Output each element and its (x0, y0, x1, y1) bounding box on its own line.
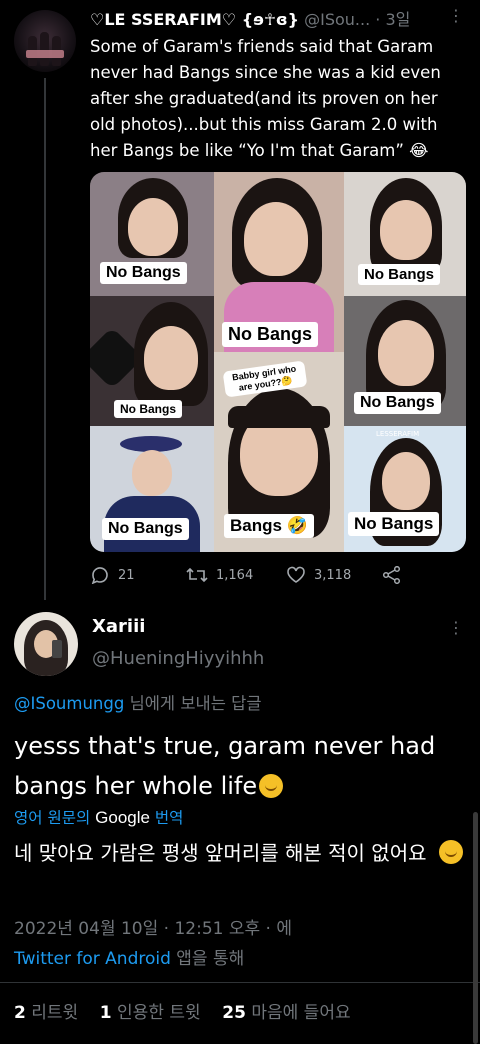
photo-tile: No Bangs (344, 172, 466, 296)
retweets-count: 2 (14, 1003, 26, 1023)
divider (0, 982, 480, 983)
photo-tile: No Bangs (90, 426, 214, 552)
label-no-bangs: No Bangs (102, 518, 189, 540)
parent-timestamp[interactable]: 3일 (385, 10, 410, 29)
parent-avatar[interactable] (14, 10, 76, 72)
heart-outline-icon (287, 566, 305, 583)
reply-tweet-text: yesss that's true, garam never had bangs… (14, 726, 464, 806)
likes-label: 마음에 들어요 (251, 1003, 351, 1023)
replying-to: @ISoumungg 님에게 보내는 답글 (14, 690, 262, 714)
parent-author-handle[interactable]: @ISou... (304, 10, 370, 29)
reply-author-name[interactable]: Xariii (92, 616, 145, 637)
reply-author-handle[interactable]: @HueningHiyyihhh (92, 648, 264, 669)
translate-link[interactable]: 영어 원문의 Google 번역 (14, 806, 183, 828)
parent-author-name[interactable]: ♡LE SSERAFIM♡ {ɘ☥ɞ} (90, 10, 299, 29)
smiling-face-emoji-icon (438, 840, 463, 864)
more-options-icon[interactable]: ⋮ (448, 6, 464, 25)
retweet-button[interactable]: 1,164 (186, 566, 253, 584)
header-separator: · (375, 10, 381, 29)
label-no-bangs: No Bangs (348, 512, 440, 536)
like-count: 3,118 (314, 567, 352, 583)
translated-text-body: 네 맞아요 가람은 평생 앞머리를 해본 적이 없어요 (14, 841, 427, 865)
quotes-label: 인용한 트윗 (117, 1003, 201, 1023)
reply-timestamp[interactable]: 2022년 04월 10일 · 12:51 오후 · 에 (14, 914, 292, 939)
smiling-face-emoji-icon (259, 774, 284, 798)
label-no-bangs: No Bangs (114, 400, 183, 418)
like-button[interactable]: 3,118 (286, 566, 351, 584)
label-no-bangs: No Bangs (358, 264, 441, 285)
engagement-stats: 2 리트윗 1 인용한 트윗 25 마음에 들어요 (14, 998, 351, 1023)
translated-text: 네 맞아요 가람은 평생 앞머리를 해본 적이 없어요 (14, 838, 464, 869)
quotes-stat[interactable]: 1 인용한 트윗 (100, 1003, 201, 1023)
watermark: LESSERAFIM (376, 430, 420, 438)
photo-tile: No Bangs (344, 296, 466, 426)
retweet-icon (186, 567, 208, 583)
more-options-icon[interactable]: ⋮ (448, 618, 464, 637)
reply-count: 21 (118, 567, 135, 583)
label-no-bangs: No Bangs (100, 262, 187, 284)
via-app-link[interactable]: Twitter for Android (14, 949, 171, 969)
thread-line (44, 78, 46, 600)
reply-to-handle-link[interactable]: @ISoumungg (14, 694, 124, 713)
label-no-bangs: No Bangs (222, 322, 319, 347)
retweets-label: 리트윗 (31, 1003, 79, 1023)
translate-suffix: 번역 (149, 809, 184, 827)
photo-tile: Babby girl who are you??🤔 Bangs 🤣 (214, 352, 344, 552)
scrollbar[interactable] (473, 812, 478, 1044)
reply-to-suffix: 님에게 보내는 답글 (124, 694, 262, 713)
google-brand: Google (95, 808, 150, 827)
likes-count: 25 (222, 1003, 246, 1023)
reply-text-body: yesss that's true, garam never had bangs… (14, 732, 436, 800)
photo-tile: No Bangs (90, 172, 214, 296)
translate-prefix: 영어 원문의 (14, 809, 96, 827)
label-no-bangs: No Bangs (354, 392, 441, 414)
reply-icon (91, 567, 108, 584)
via-source: Twitter for Android 앱을 통해 (14, 944, 244, 969)
tweet-image-collage[interactable]: No Bangs No Bangs No Bangs No Bangs No B… (90, 172, 466, 552)
retweets-stat[interactable]: 2 리트윗 (14, 1003, 78, 1023)
reply-avatar[interactable] (14, 612, 78, 676)
share-button[interactable] (382, 566, 402, 584)
photo-tile: No Bangs (90, 296, 214, 426)
reply-button[interactable]: 21 (90, 566, 135, 584)
parent-tweet-text: Some of Garam's friends said that Garam … (90, 37, 441, 160)
quotes-count: 1 (99, 1003, 112, 1023)
likes-stat[interactable]: 25 마음에 들어요 (222, 1003, 350, 1023)
tweet-actions: 21 1,164 3,118 (90, 566, 420, 586)
retweet-count: 1,164 (216, 567, 254, 583)
photo-tile: No Bangs (214, 172, 344, 352)
label-bangs: Bangs 🤣 (224, 514, 314, 538)
photo-tile: LESSERAFIM No Bangs (344, 426, 466, 552)
parent-header: ♡LE SSERAFIM♡ {ɘ☥ɞ} @ISou... · 3일 (90, 6, 460, 30)
via-suffix: 앱을 통해 (170, 949, 245, 969)
share-icon (382, 566, 401, 584)
